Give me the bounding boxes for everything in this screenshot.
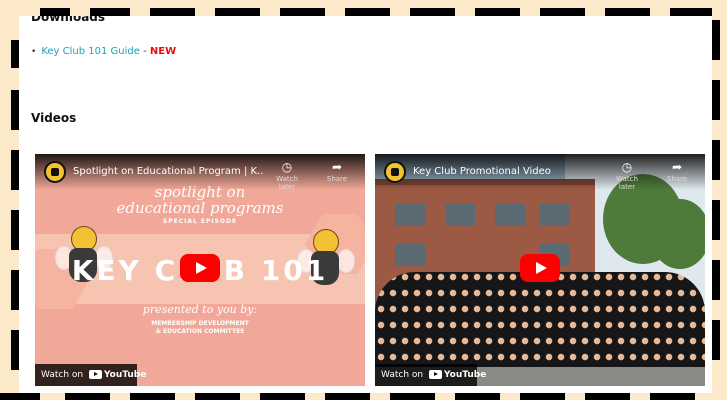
- border-dash: [410, 8, 455, 16]
- thumbnail-text: SPECIAL EPISODE: [162, 218, 238, 225]
- border-dash: [712, 20, 720, 60]
- border-dash: [0, 393, 40, 400]
- downloads-heading: Downloads: [31, 16, 106, 24]
- border-dash: [40, 8, 70, 16]
- youtube-wordmark: YouTube: [443, 370, 487, 380]
- watch-on-label: Watch on: [381, 370, 424, 380]
- channel-logo-icon[interactable]: [44, 161, 66, 183]
- video-header: Key Club Promotional Video ◷ Watch later…: [375, 154, 705, 191]
- separator: -: [143, 46, 147, 57]
- border-dash: [325, 393, 370, 400]
- video-header: Spotlight on Educational Program | K... …: [35, 154, 365, 191]
- border-dash: [520, 393, 565, 400]
- border-dash: [605, 8, 650, 16]
- border-dash: [260, 393, 305, 400]
- border-dash: [215, 8, 260, 16]
- thumbnail-text: MEMBERSHIP DEVELOPMENT & EDUCATION COMMI…: [35, 320, 365, 336]
- border-dash: [150, 8, 195, 16]
- border-dash: [11, 40, 19, 68]
- border-dash: [670, 8, 712, 16]
- youtube-logo-icon: [88, 370, 102, 379]
- border-dash: [195, 393, 240, 400]
- watch-on-youtube-button[interactable]: Watch on YouTube: [35, 364, 146, 386]
- border-dash: [11, 330, 19, 370]
- downloads-list: • Key Club 101 Guide - NEW: [31, 46, 176, 57]
- play-icon[interactable]: [520, 254, 560, 282]
- tree: [650, 199, 705, 269]
- thumbnail-text: presented to you by:: [142, 303, 258, 316]
- border-dash: [712, 80, 720, 120]
- play-icon[interactable]: [180, 254, 220, 282]
- border-dash: [11, 150, 19, 190]
- list-item: • Key Club 101 Guide - NEW: [31, 46, 176, 57]
- border-dash: [390, 393, 435, 400]
- thumbnail-text: educational programs: [116, 199, 284, 217]
- watch-later-label: Watch later: [616, 175, 638, 191]
- content-panel: Downloads • Key Club 101 Guide - NEW Vide…: [19, 16, 712, 393]
- group-photo: [375, 272, 705, 367]
- watch-later-button[interactable]: ◷ Watch later: [267, 160, 307, 191]
- video-title[interactable]: Key Club Promotional Video: [413, 166, 603, 177]
- border-dash: [712, 200, 720, 240]
- video-title[interactable]: Spotlight on Educational Program | K...: [73, 166, 263, 177]
- border-dash: [585, 393, 630, 400]
- bullet-icon: •: [31, 47, 37, 57]
- share-arrow-icon: ➦: [671, 160, 683, 174]
- watch-later-button[interactable]: ◷ Watch later: [607, 160, 647, 191]
- share-button[interactable]: ➦ Share: [657, 160, 697, 183]
- share-button[interactable]: ➦ Share: [317, 160, 357, 183]
- key-club-101-guide-link[interactable]: Key Club 101 Guide: [41, 46, 140, 57]
- border-dash: [475, 8, 520, 16]
- border-dash: [11, 210, 19, 250]
- border-dash: [130, 393, 175, 400]
- youtube-logo-icon: [428, 370, 442, 379]
- video-player-2[interactable]: Key Club Promotional Video ◷ Watch later…: [375, 154, 705, 386]
- share-label: Share: [326, 175, 348, 183]
- thumbnail-text-line: & EDUCATION COMMITTEE: [155, 328, 245, 335]
- clock-icon: ◷: [281, 160, 293, 174]
- videos-heading: Videos: [31, 111, 77, 125]
- clock-icon: ◷: [621, 160, 633, 174]
- border-dash: [90, 8, 130, 16]
- border-dash: [11, 270, 19, 310]
- border-dash: [280, 8, 325, 16]
- watch-on-youtube-button[interactable]: Watch on YouTube: [375, 364, 486, 386]
- border-dash: [712, 260, 720, 300]
- border-dash: [455, 393, 500, 400]
- border-dash: [540, 8, 585, 16]
- border-dash: [11, 90, 19, 130]
- border-dash: [712, 140, 720, 180]
- video-player-1[interactable]: spotlight on educational programs SPECIA…: [35, 154, 365, 386]
- border-dash: [65, 393, 110, 400]
- border-dash: [712, 320, 720, 360]
- youtube-wordmark: YouTube: [103, 370, 147, 380]
- watch-on-label: Watch on: [41, 370, 84, 380]
- watch-later-label: Watch later: [276, 175, 298, 191]
- border-dash: [650, 393, 695, 400]
- share-label: Share: [666, 175, 688, 183]
- new-badge: NEW: [149, 46, 177, 57]
- channel-logo-icon[interactable]: [384, 161, 406, 183]
- thumbnail-text-line: MEMBERSHIP DEVELOPMENT: [151, 320, 249, 327]
- border-dash: [345, 8, 390, 16]
- share-arrow-icon: ➦: [331, 160, 343, 174]
